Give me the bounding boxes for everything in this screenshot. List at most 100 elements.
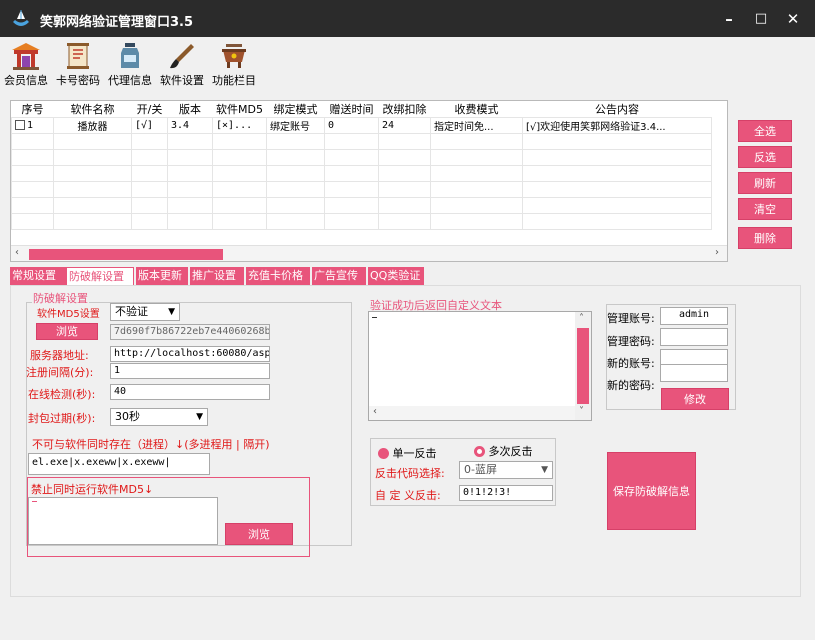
tab-qq-verify[interactable]: QQ类验证 [368, 267, 424, 285]
toolbar-card-password-button[interactable]: 卡号密码 [52, 41, 104, 89]
software-table: 序号 软件名称 开/关 版本 软件MD5 绑定模式 赠送时间 改绑扣除 收费模式… [10, 100, 728, 262]
table-row [11, 149, 712, 166]
server-address-field[interactable]: http://localhost:60080/asp3. [110, 346, 270, 362]
single-counter-label: 单一反击 [392, 447, 437, 460]
admin-password-field[interactable] [660, 328, 728, 346]
scrollbar-thumb[interactable] [577, 328, 589, 404]
md5-browse-button[interactable]: 浏览 [36, 323, 98, 340]
column-header[interactable]: 软件MD5 [213, 101, 267, 118]
toolbar-label: 功能栏目 [212, 74, 256, 87]
table-cell: 指定时间免... [430, 117, 523, 134]
tab-version-update[interactable]: 版本更新 [136, 267, 188, 285]
toolbar-function-menu-button[interactable]: 功能栏目 [208, 41, 260, 89]
column-header[interactable]: 软件名称 [54, 101, 132, 118]
column-header[interactable]: 序号 [12, 101, 54, 118]
table-cell: 3.4 [167, 117, 213, 134]
column-header[interactable]: 赠送时间 [325, 101, 379, 118]
modify-button[interactable]: 修改 [661, 388, 729, 410]
column-header[interactable]: 公告内容 [523, 101, 712, 118]
column-header[interactable]: 收费模式 [431, 101, 523, 118]
tab-promotion-settings[interactable]: 推广设置 [190, 267, 244, 285]
table-row [11, 165, 712, 182]
horizontal-scrollbar[interactable]: ‹ › [11, 245, 727, 261]
table-row [11, 133, 712, 150]
table-cell: 0 [324, 117, 379, 134]
column-header[interactable]: 绑定模式 [267, 101, 325, 118]
tab-recharge-price[interactable]: 充值卡价格 [246, 267, 310, 285]
close-button[interactable]: ✕ [782, 8, 804, 30]
new-password-field[interactable] [660, 364, 728, 382]
horizontal-scrollbar[interactable]: ‹ [369, 406, 575, 420]
counter-code-value: 0-蓝屏 [464, 463, 497, 476]
table-cell: [√] [131, 117, 168, 134]
single-counter-radio[interactable]: 单一反击 [378, 445, 437, 461]
scroll-left-arrow-icon[interactable]: ‹ [373, 406, 377, 417]
toolbar-software-settings-button[interactable]: 软件设置 [156, 41, 208, 89]
chevron-down-icon: ▼ [541, 465, 548, 475]
forbid-md5-textarea[interactable] [28, 497, 218, 545]
md5-setting-label: 软件MD5设置 [37, 309, 100, 320]
table-row[interactable]: 1 播放器 [√] 3.4 [×]... 绑定账号 0 24 指定时间免... … [11, 117, 712, 134]
tab-anticrack-settings[interactable]: 防破解设置 [66, 267, 134, 286]
tab-general-settings[interactable]: 常规设置 [10, 267, 66, 285]
software-grid: 序号 软件名称 开/关 版本 软件MD5 绑定模式 赠送时间 改绑扣除 收费模式… [11, 101, 712, 230]
coexist-process-field[interactable]: el.exe|x.exeww|x.exeww| [28, 453, 210, 475]
admin-account-field[interactable]: admin [660, 307, 728, 325]
counter-code-select[interactable]: 0-蓝屏 ▼ [459, 461, 553, 479]
counter-code-label: 反击代码选择: [375, 467, 445, 480]
scroll-up-arrow-icon[interactable]: ˄ [579, 313, 584, 324]
text-cursor [372, 317, 377, 318]
row-checkbox[interactable] [15, 120, 25, 130]
toolbar-label: 代理信息 [108, 74, 152, 87]
custom-text-area[interactable]: ˄ ˅ ‹ [368, 311, 592, 421]
table-cell: [×]... [212, 117, 267, 134]
multi-counter-radio[interactable]: 多次反击 [474, 443, 533, 459]
server-address-label: 服务器地址: [30, 349, 89, 362]
maximize-button[interactable]: □ [750, 8, 772, 30]
radio-icon [474, 445, 485, 457]
admin-account-label: 管理账号: [607, 312, 655, 325]
md5-mode-select[interactable]: 不验证 ▼ [110, 303, 180, 321]
register-interval-field[interactable]: 1 [110, 363, 270, 379]
table-cell: 24 [378, 117, 431, 134]
md5-value-field[interactable]: 7d690f7b86722eb7e44060268bbb [110, 324, 270, 340]
tab-ad-promotion[interactable]: 广告宣传 [312, 267, 366, 285]
scroll-left-arrow-icon[interactable]: ‹ [15, 247, 19, 258]
online-check-field[interactable]: 40 [110, 384, 270, 400]
custom-counter-field[interactable]: 0!1!2!3! [459, 485, 553, 501]
chevron-down-icon: ▼ [168, 307, 175, 317]
invert-selection-button[interactable]: 反选 [738, 146, 792, 168]
select-all-button[interactable]: 全选 [738, 120, 792, 142]
scroll-down-arrow-icon[interactable]: ˅ [579, 406, 584, 417]
column-header[interactable]: 改绑扣除 [379, 101, 431, 118]
minimize-button[interactable]: – [718, 8, 740, 30]
anticrack-group-title: 防破解设置 [32, 290, 89, 306]
packet-expire-select[interactable]: 30秒 ▼ [110, 408, 208, 426]
delete-button[interactable]: 删除 [738, 227, 792, 249]
new-password-label: 新的密码: [607, 379, 655, 392]
scroll-right-arrow-icon[interactable]: › [715, 247, 719, 258]
refresh-button[interactable]: 刷新 [738, 172, 792, 194]
forbid-md5-label: 禁止同时运行软件MD5↓ [31, 483, 154, 496]
table-cell: 绑定账号 [266, 117, 325, 134]
radio-selected-icon [378, 447, 389, 459]
forbid-md5-browse-button[interactable]: 浏览 [225, 523, 293, 545]
table-cell: 播放器 [53, 117, 132, 134]
clear-button[interactable]: 清空 [738, 198, 792, 220]
app-logo-icon [13, 10, 29, 26]
column-header[interactable]: 版本 [168, 101, 213, 118]
toolbar-agent-info-button[interactable]: 代理信息 [104, 41, 156, 89]
vertical-scrollbar[interactable]: ˄ ˅ [575, 312, 591, 420]
scrollbar-thumb[interactable] [29, 249, 223, 260]
coexist-process-label: 不可与软件同时存在（进程）↓(多进程用 | 隔开) [32, 438, 270, 451]
packet-expire-value: 30秒 [115, 410, 140, 423]
column-header[interactable]: 开/关 [132, 101, 168, 118]
register-interval-label: 注册间隔(分): [26, 366, 94, 379]
row-number-cell[interactable]: 1 [11, 117, 54, 134]
toolbar-member-info-button[interactable]: 会员信息 [0, 41, 52, 89]
jar-icon [121, 43, 139, 68]
toolbar-label: 软件设置 [160, 74, 204, 87]
scroll-icon [67, 43, 89, 69]
window-title: 笑郭网络验证管理窗口3.5 [40, 15, 194, 30]
save-anticrack-button[interactable]: 保存防破解信息 [607, 452, 696, 530]
